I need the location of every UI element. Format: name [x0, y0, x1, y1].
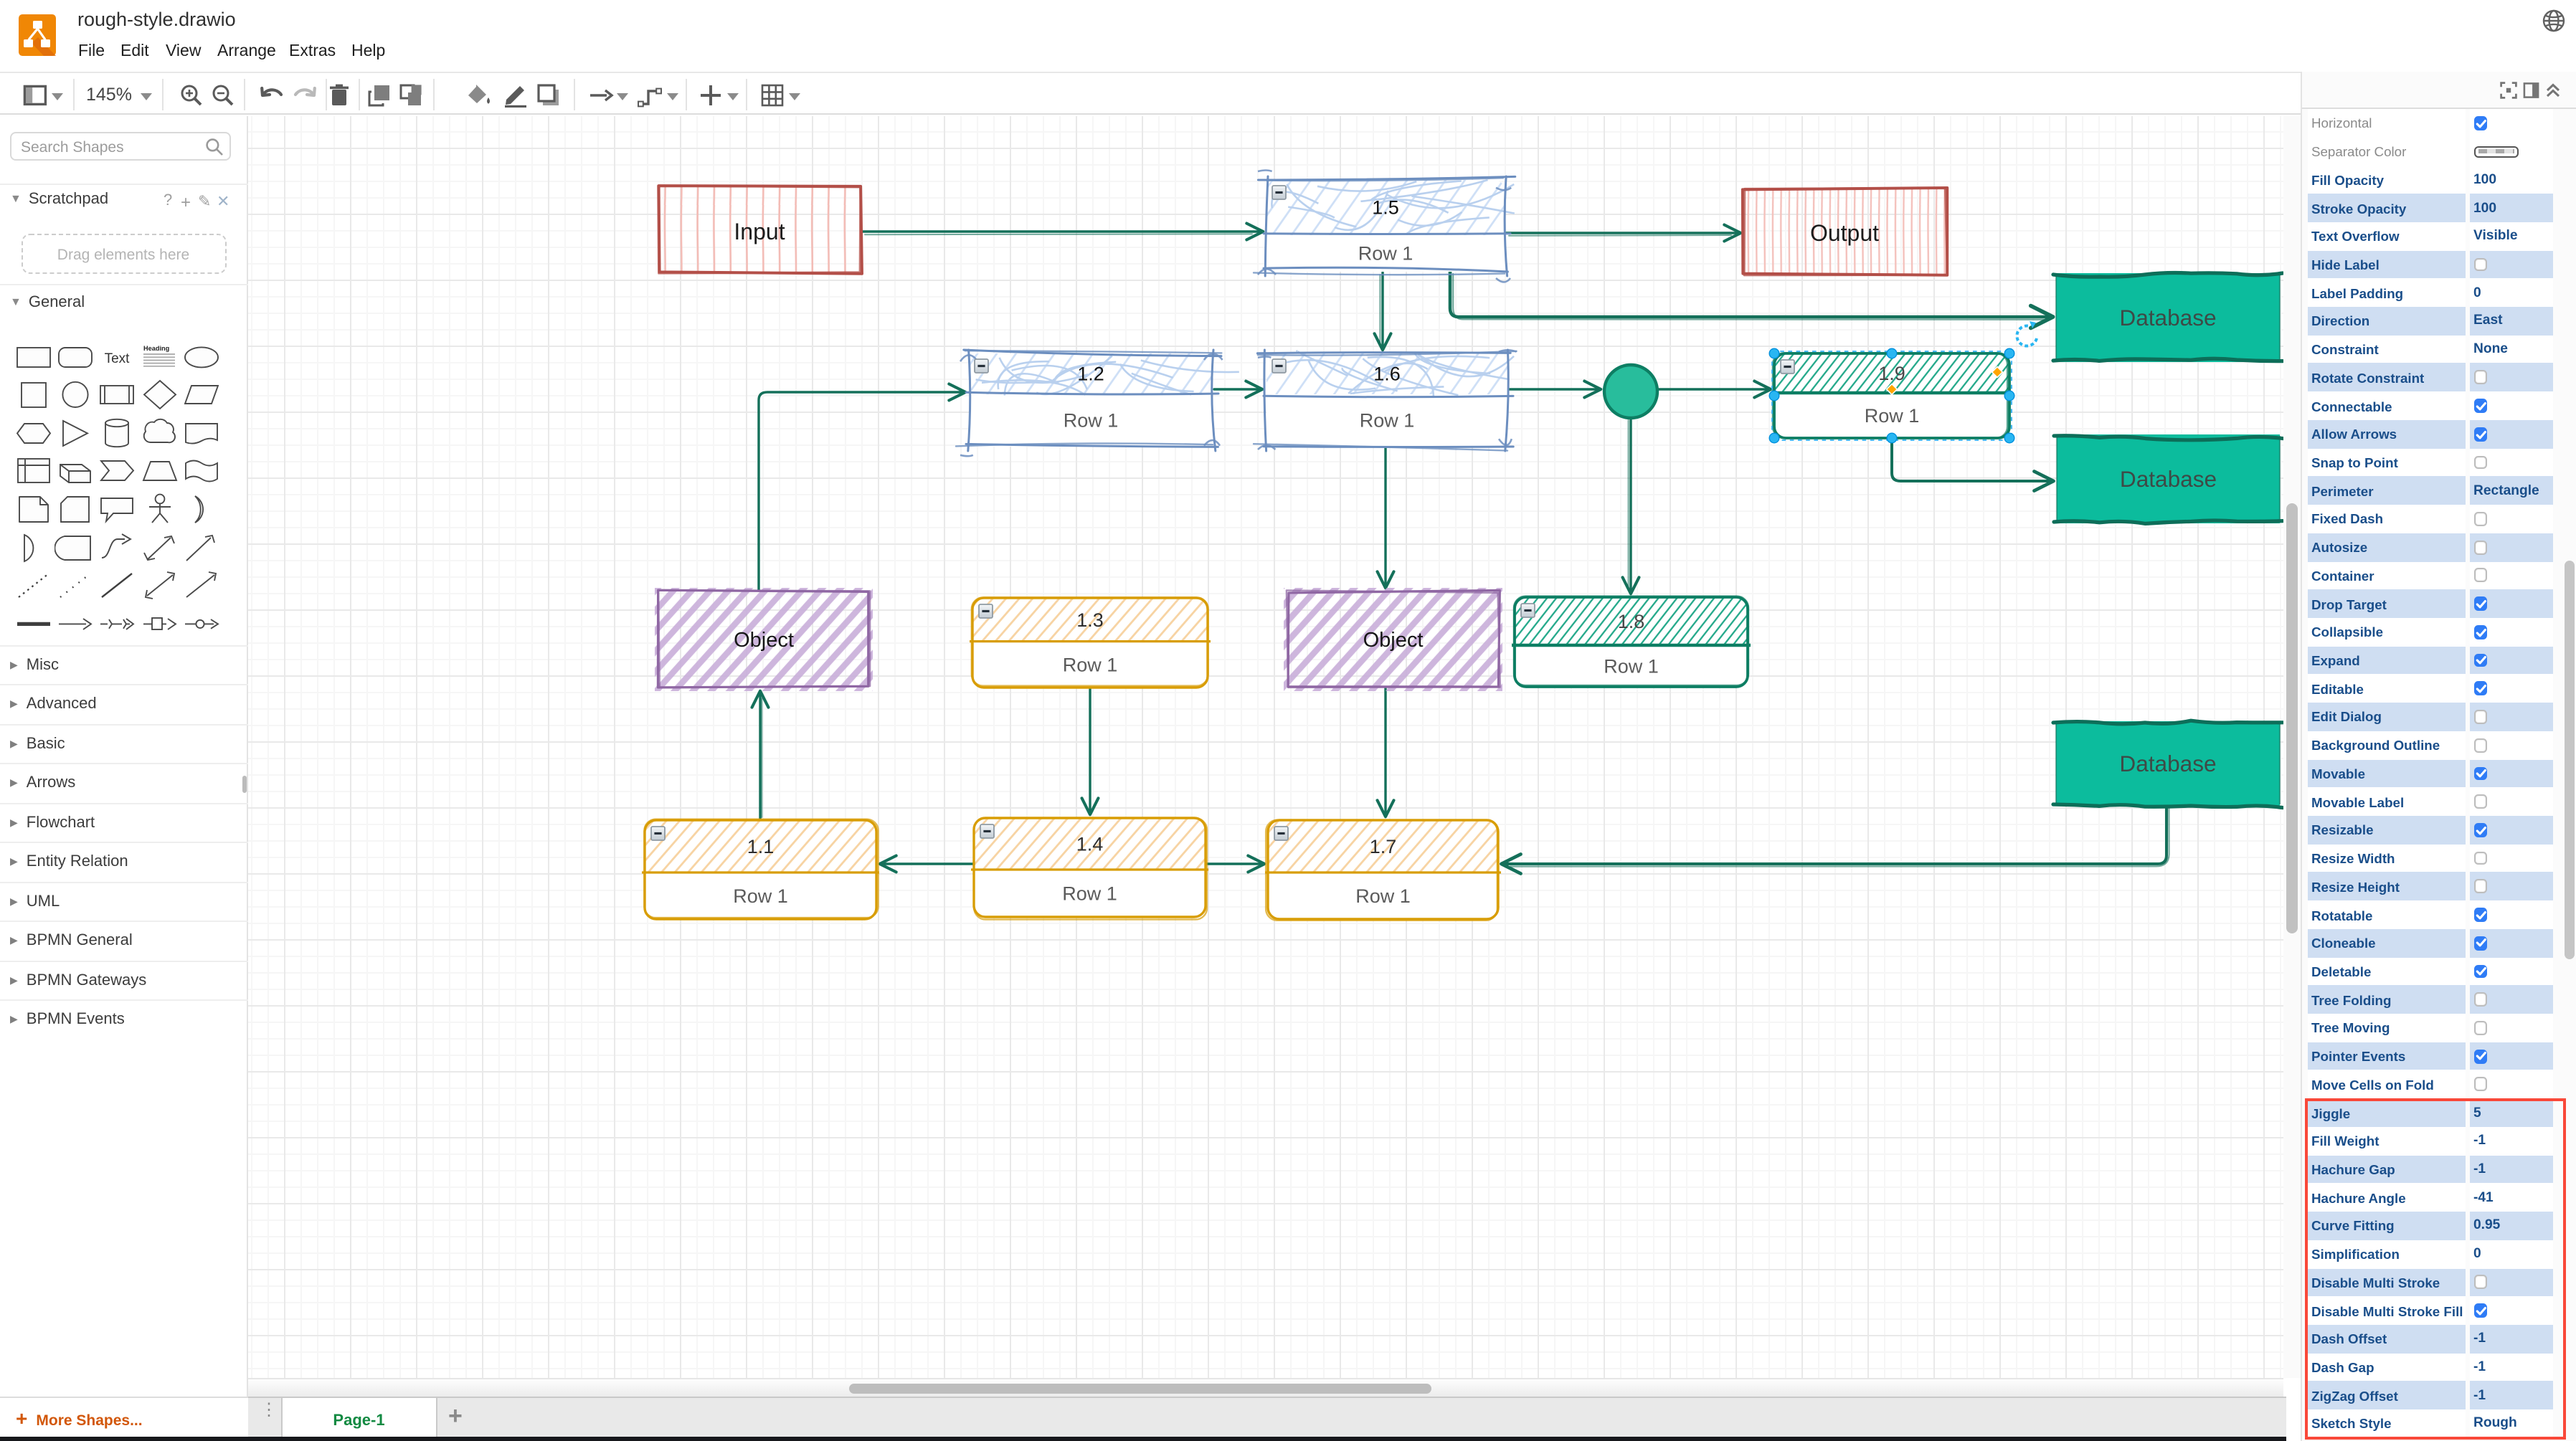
- svg-text:Database: Database: [2118, 304, 2215, 330]
- svg-text:Database: Database: [2119, 465, 2216, 491]
- svg-text:Row 1: Row 1: [1864, 404, 1919, 426]
- svg-text:Row 1: Row 1: [1063, 409, 1118, 431]
- svg-text:Row 1: Row 1: [732, 885, 787, 906]
- svg-text:1.1: 1.1: [747, 835, 774, 857]
- svg-text:Row 1: Row 1: [1061, 883, 1117, 904]
- svg-text:Object: Object: [733, 628, 793, 651]
- svg-text:1.8: 1.8: [1617, 610, 1644, 632]
- svg-text:1.5: 1.5: [1371, 196, 1398, 218]
- svg-text:1.3: 1.3: [1076, 609, 1103, 630]
- svg-text:1.9: 1.9: [1877, 362, 1905, 384]
- svg-text:Input: Input: [733, 218, 784, 244]
- svg-text:Row 1: Row 1: [1355, 885, 1410, 906]
- svg-text:Row 1: Row 1: [1062, 653, 1117, 675]
- svg-text:Object: Object: [1363, 628, 1423, 651]
- svg-text:Row 1: Row 1: [1603, 655, 1658, 677]
- svg-text:1.2: 1.2: [1076, 363, 1104, 384]
- svg-text:1.7: 1.7: [1369, 835, 1396, 857]
- svg-text:Row 1: Row 1: [1359, 409, 1414, 431]
- svg-text:1.6: 1.6: [1373, 363, 1400, 384]
- svg-text:Database: Database: [2118, 750, 2215, 776]
- svg-text:Text: Text: [105, 351, 131, 366]
- svg-text:Output: Output: [1809, 219, 1878, 245]
- svg-text:1.4: 1.4: [1076, 833, 1103, 855]
- svg-text:Row 1: Row 1: [1358, 242, 1413, 264]
- svg-text:Heading: Heading: [143, 344, 169, 351]
